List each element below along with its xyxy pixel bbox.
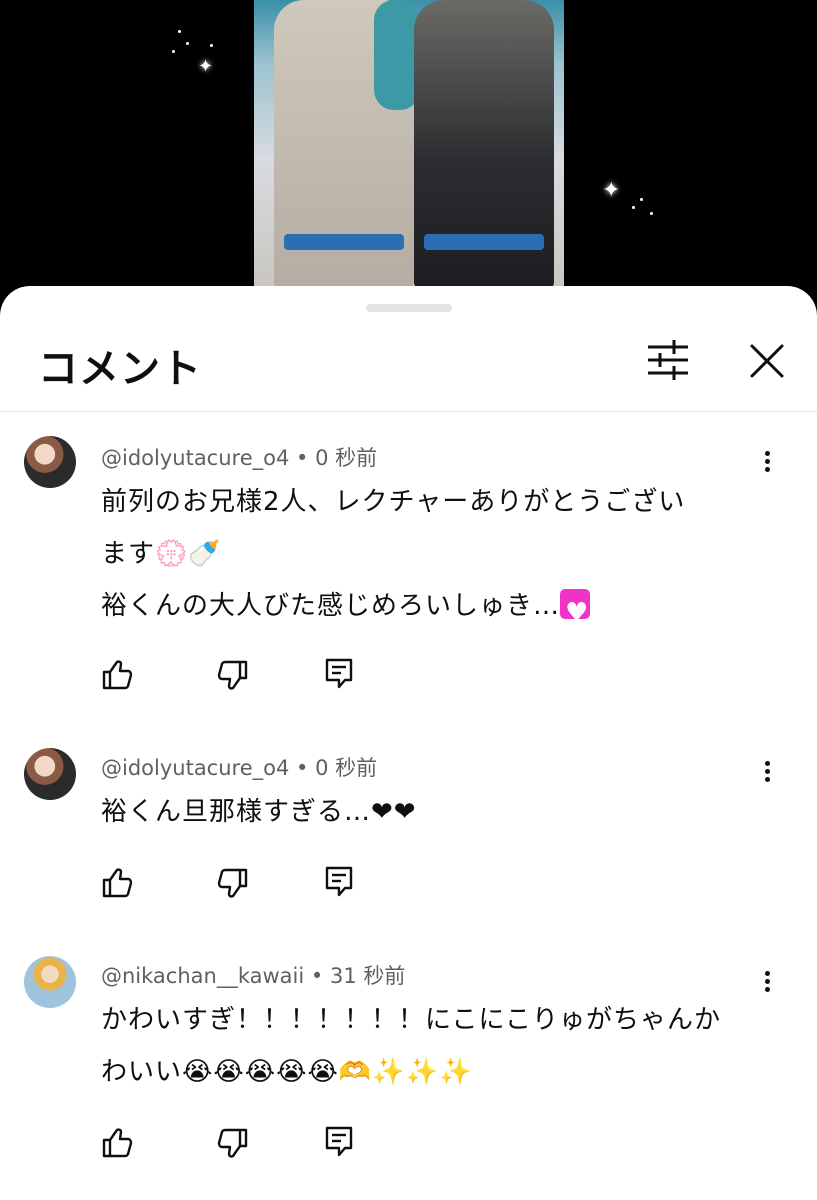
video-player[interactable]: ✦ ✦ — [0, 0, 817, 300]
meta-separator: • — [310, 964, 324, 988]
comment-author[interactable]: @idolyutacure_o4 — [101, 756, 289, 780]
star-dot — [632, 206, 635, 209]
comment-time: 0 秒前 — [315, 446, 378, 470]
comment-line: わいい😭😭😭😭😭🫶✨✨✨ — [101, 1057, 473, 1087]
comments-title: コメント — [38, 346, 202, 392]
comment-line: 裕くん旦那様すぎる…❤❤ — [101, 797, 417, 827]
avatar[interactable] — [24, 748, 76, 800]
thumb-down-icon[interactable] — [216, 866, 250, 900]
star-dot — [640, 198, 643, 201]
comment-line-text: 裕くんの大人びた感じめろいしゅき… — [101, 591, 561, 621]
reply-icon[interactable] — [322, 1124, 356, 1158]
close-icon[interactable] — [740, 336, 794, 386]
comment-line: 裕くんの大人びた感じめろいしゅき… — [101, 580, 751, 639]
comment-text: かわいすぎ！！！！！！！にこにこりゅがちゃんか わいい😭😭😭😭😭🫶✨✨✨ — [101, 994, 751, 1098]
comment-text: 前列のお兄様2人、レクチャーありがとうござい ます💮🍼 裕くんの大人びた感じめろ… — [101, 476, 751, 639]
tune-icon[interactable] — [640, 338, 696, 382]
video-frame — [254, 0, 564, 290]
thumb-down-icon[interactable] — [216, 658, 250, 692]
avatar[interactable] — [24, 956, 76, 1008]
meta-separator: • — [296, 756, 309, 780]
video-chair — [424, 234, 544, 250]
more-vert-icon[interactable] — [752, 448, 782, 478]
star-dot — [172, 50, 175, 53]
star-dot — [186, 42, 189, 45]
comment-time: 31 秒前 — [329, 964, 406, 988]
meta-separator: • — [296, 446, 309, 470]
reply-icon[interactable] — [322, 656, 356, 690]
comment-meta: @nikachan__kawaii • 31 秒前 — [101, 960, 405, 990]
comments-header: コメント — [0, 286, 817, 412]
more-vert-icon[interactable] — [752, 968, 782, 998]
comment-line: かわいすぎ！！！！！！！にこにこりゅがちゃんか — [101, 1005, 721, 1035]
comment-author[interactable]: @nikachan__kawaii — [101, 964, 304, 988]
comment-meta: @idolyutacure_o4 • 0 秒前 — [101, 442, 377, 472]
comment-time: 0 秒前 — [315, 756, 378, 780]
comment-author[interactable]: @idolyutacure_o4 — [101, 446, 289, 470]
comment-line: ます💮🍼 — [101, 539, 222, 569]
video-chair — [284, 234, 404, 250]
thumb-up-icon[interactable] — [100, 866, 134, 900]
thumb-up-icon[interactable] — [100, 1126, 134, 1160]
sparkle-icon: ✦ — [198, 56, 214, 77]
sparkle-icon: ✦ — [602, 178, 621, 203]
thumb-down-icon[interactable] — [216, 1126, 250, 1160]
comment-line: 前列のお兄様2人、レクチャーありがとうござい — [101, 487, 686, 517]
comment-text: 裕くん旦那様すぎる…❤❤ — [101, 786, 751, 838]
comment-meta: @idolyutacure_o4 • 0 秒前 — [101, 752, 377, 782]
avatar[interactable] — [24, 436, 76, 488]
star-dot — [210, 44, 213, 47]
more-vert-icon[interactable] — [752, 758, 782, 788]
thumb-up-icon[interactable] — [100, 658, 134, 692]
reply-icon[interactable] — [322, 864, 356, 898]
star-dot — [178, 30, 181, 33]
star-dot — [650, 212, 653, 215]
comments-sheet: コメント @idolyutacure_o4 • 0 秒前 前列のお兄様2人、レク… — [0, 286, 817, 1200]
heart-emoji-icon — [560, 587, 591, 639]
